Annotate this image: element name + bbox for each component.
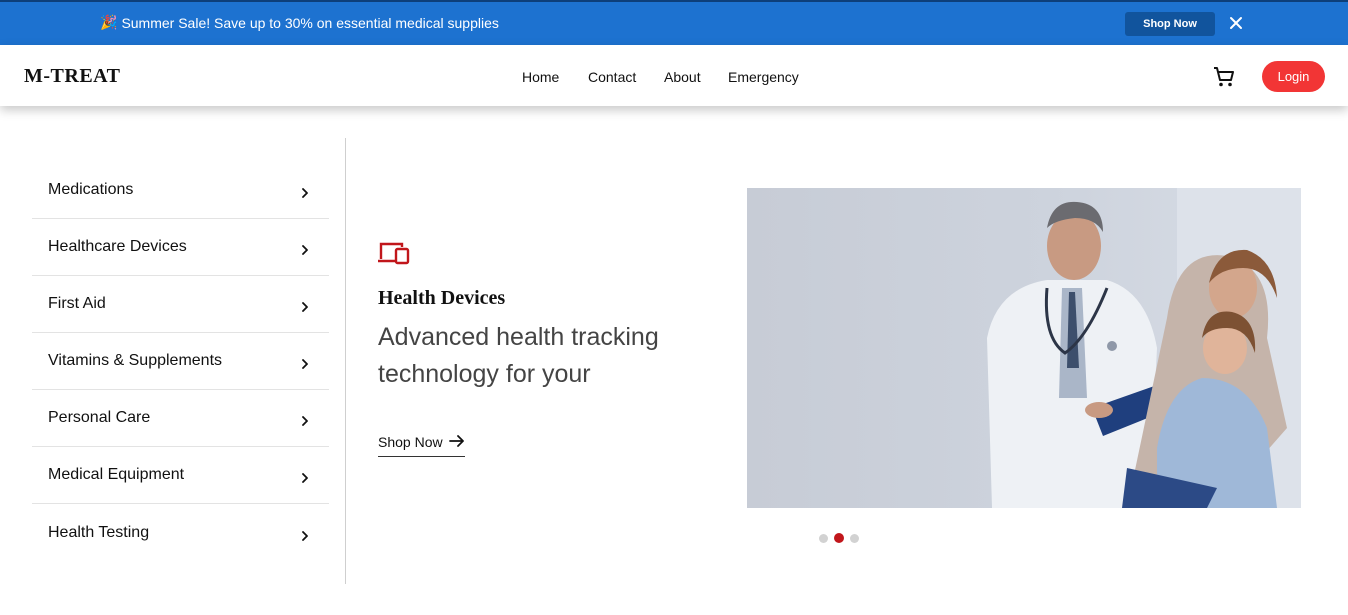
sidebar-item-medications[interactable]: Medications: [32, 162, 329, 219]
category-sidebar: Medications Healthcare Devices First Aid Vi…: [32, 162, 329, 561]
chevron-right-icon: [300, 528, 310, 541]
promo-shop-now-button[interactable]: Shop Now: [1125, 12, 1215, 36]
hero-shop-now-label: Shop Now: [378, 434, 443, 450]
chevron-right-icon: [300, 356, 310, 369]
promo-banner: 🎉 Summer Sale! Save up to 30% on essenti…: [0, 0, 1348, 45]
carousel-dots: [819, 533, 859, 543]
sidebar-item-personal-care[interactable]: Personal Care: [32, 390, 329, 447]
hero-shop-now-link[interactable]: Shop Now: [378, 434, 465, 457]
nav-about[interactable]: About: [664, 69, 701, 85]
sidebar-item-label: Vitamins & Supplements: [48, 352, 223, 369]
chevron-right-icon: [300, 185, 310, 198]
sidebar-item-medical-equipment[interactable]: Medical Equipment: [32, 447, 329, 504]
sidebar-item-healthcare-devices[interactable]: Healthcare Devices: [32, 219, 329, 276]
sidebar-item-label: Medical Equipment: [48, 466, 185, 483]
nav-emergency[interactable]: Emergency: [728, 69, 799, 85]
chevron-right-icon: [300, 242, 310, 255]
sidebar-item-label: Health Testing: [48, 523, 150, 541]
chevron-right-icon: [300, 413, 310, 426]
hero-subtitle: Advanced health tracking technology for …: [378, 323, 659, 388]
nav-home[interactable]: Home: [522, 69, 559, 85]
sidebar-item-vitamins-supplements[interactable]: Vitamins & Supplements: [32, 333, 329, 390]
close-icon[interactable]: [1227, 14, 1245, 32]
arrow-right-icon: [448, 434, 465, 450]
nav-contact[interactable]: Contact: [588, 69, 636, 85]
logo[interactable]: M-TREAT: [24, 65, 120, 88]
cart-icon[interactable]: [1212, 65, 1236, 89]
carousel-dot-1[interactable]: [819, 533, 828, 543]
chevron-right-icon: [300, 470, 310, 483]
sidebar-item-label: First Aid: [48, 295, 106, 312]
devices-icon: [377, 241, 410, 266]
promo-message: 🎉 Summer Sale! Save up to 30% on essenti…: [100, 14, 499, 31]
hero-title: Health Devices: [378, 287, 506, 309]
party-popper-icon: 🎉: [100, 14, 118, 30]
login-button[interactable]: Login: [1262, 61, 1325, 92]
sidebar-item-health-testing[interactable]: Health Testing: [32, 504, 329, 561]
carousel-dot-2-active[interactable]: [834, 533, 844, 543]
doctor-with-patient-photo: [747, 188, 1301, 508]
carousel-dot-3[interactable]: [850, 533, 859, 543]
sidebar-item-first-aid[interactable]: First Aid: [32, 276, 329, 333]
sidebar-divider: [345, 138, 346, 584]
sidebar-item-label: Medications: [48, 181, 134, 198]
sidebar-item-label: Personal Care: [48, 409, 151, 426]
sidebar-item-label: Healthcare Devices: [48, 238, 187, 255]
navbar: M-TREAT Home Contact About Emergency Log…: [0, 45, 1348, 106]
promo-text: Summer Sale! Save up to 30% on essential…: [121, 14, 499, 31]
chevron-right-icon: [300, 299, 310, 312]
